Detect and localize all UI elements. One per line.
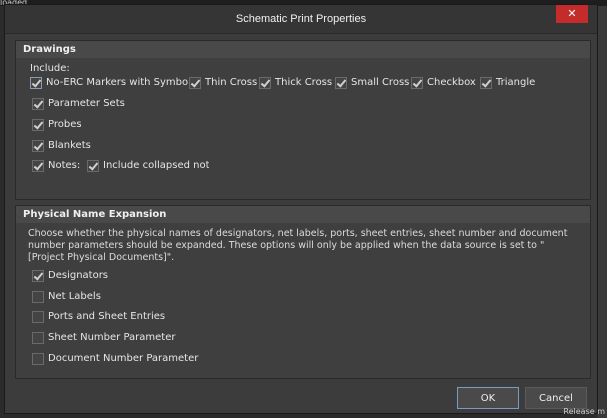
blankets-label: Blankets [48, 140, 91, 151]
net-labels-checkbox[interactable]: Net Labels [32, 290, 101, 305]
title-bar: Schematic Print Properties ✕ [5, 5, 597, 34]
document-number-parameter-checkbox[interactable]: Document Number Parameter [32, 352, 198, 367]
designators-label: Designators [48, 270, 109, 281]
checkbox-icon [87, 160, 99, 172]
thick-cross-label: Thick Cross [275, 77, 333, 88]
checkbox-icon [32, 270, 44, 282]
checkbox-icon [32, 332, 44, 344]
no-erc-label: No-ERC Markers with Symbols: [46, 77, 200, 88]
checkbox-icon [32, 160, 44, 172]
small-cross-checkbox[interactable]: Small Cross [335, 76, 409, 91]
net-labels-label: Net Labels [48, 291, 101, 302]
checkbox-icon [259, 77, 271, 89]
checkbox-icon [32, 98, 44, 110]
include-collapsed-notes-checkbox[interactable]: Include collapsed notes [87, 159, 209, 174]
ports-sheet-entries-label: Ports and Sheet Entries [48, 311, 166, 322]
notes-checkbox[interactable]: Notes: [32, 159, 80, 174]
checkbox-icon [480, 77, 492, 89]
designators-checkbox[interactable]: Designators [32, 269, 108, 284]
background-text-right: Release m [563, 407, 605, 416]
include-collapsed-notes-label: Include collapsed notes [103, 160, 209, 171]
close-button[interactable]: ✕ [556, 5, 588, 23]
physical-description: Choose whether the physical names of des… [28, 228, 568, 263]
document-number-parameter-label: Document Number Parameter [48, 353, 199, 364]
triangle-label: Triangle [496, 77, 536, 88]
background-panel [597, 6, 607, 418]
drawings-header: Drawings [16, 41, 590, 58]
checkbox-icon [32, 353, 44, 365]
include-label: Include: [30, 63, 70, 74]
checkbox-icon [32, 119, 44, 131]
checkbox-icon [32, 311, 44, 323]
physical-name-panel: Physical Name Expansion Choose whether t… [15, 205, 591, 379]
print-properties-dialog: Schematic Print Properties ✕ Drawings In… [4, 4, 598, 414]
thin-cross-label: Thin Cross [205, 77, 258, 88]
checkbox-icon [32, 140, 44, 152]
probes-checkbox[interactable]: Probes [32, 118, 82, 133]
drawings-panel: Drawings Include: No-ERC Markers with Sy… [15, 40, 591, 200]
checkbox-icon [30, 77, 42, 89]
parameter-sets-checkbox[interactable]: Parameter Sets [32, 97, 125, 112]
checkbox-icon [189, 77, 201, 89]
cancel-button[interactable]: Cancel [525, 387, 587, 409]
checkbox-icon [335, 77, 347, 89]
checkbox-symbol-label: Checkbox [427, 77, 476, 88]
checkbox-icon [411, 77, 423, 89]
ok-button[interactable]: OK [457, 387, 519, 409]
parameter-sets-label: Parameter Sets [48, 98, 125, 109]
sheet-number-parameter-checkbox[interactable]: Sheet Number Parameter [32, 331, 175, 346]
ports-sheet-entries-checkbox[interactable]: Ports and Sheet Entries [32, 310, 165, 325]
thin-cross-checkbox[interactable]: Thin Cross [189, 76, 257, 91]
blankets-checkbox[interactable]: Blankets [32, 139, 91, 154]
notes-label: Notes: [48, 160, 81, 171]
no-erc-checkbox[interactable]: No-ERC Markers with Symbols: [30, 76, 200, 91]
checkbox-icon [32, 291, 44, 303]
thick-cross-checkbox[interactable]: Thick Cross [259, 76, 332, 91]
sheet-number-parameter-label: Sheet Number Parameter [48, 332, 176, 343]
physical-header: Physical Name Expansion [16, 206, 590, 223]
small-cross-label: Small Cross [351, 77, 410, 88]
probes-label: Probes [48, 119, 82, 130]
close-icon: ✕ [567, 7, 577, 20]
checkbox-symbol-checkbox[interactable]: Checkbox [411, 76, 476, 91]
triangle-checkbox[interactable]: Triangle [480, 76, 535, 91]
dialog-title: Schematic Print Properties [235, 13, 367, 25]
